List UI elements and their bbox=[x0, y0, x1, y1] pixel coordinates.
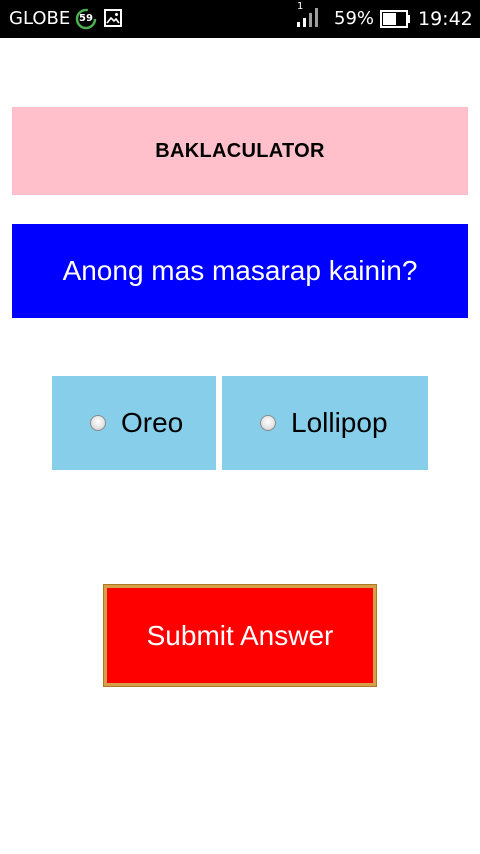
submit-answer-button[interactable]: Submit Answer bbox=[103, 584, 377, 687]
data-usage-badge: 59 bbox=[75, 8, 97, 30]
radio-oreo[interactable] bbox=[90, 415, 106, 431]
radio-lollipop[interactable] bbox=[260, 415, 276, 431]
option-oreo[interactable]: Oreo bbox=[52, 376, 216, 470]
battery-percent: 59% bbox=[334, 8, 375, 29]
image-icon bbox=[104, 9, 122, 27]
carrier-name: GLOBE bbox=[9, 8, 71, 29]
data-usage-value: 59 bbox=[79, 13, 93, 24]
app-title: BAKLACULATOR bbox=[12, 107, 468, 195]
status-bar: GLOBE 59 1 59% 19:42 bbox=[0, 0, 480, 38]
question-text: Anong mas masarap kainin? bbox=[12, 224, 468, 318]
option-oreo-label: Oreo bbox=[121, 407, 184, 438]
option-lollipop-label: Lollipop bbox=[291, 407, 388, 438]
clock: 19:42 bbox=[418, 8, 473, 30]
option-lollipop[interactable]: Lollipop bbox=[222, 376, 428, 470]
signal-icon bbox=[295, 3, 321, 29]
battery-icon bbox=[380, 10, 412, 28]
